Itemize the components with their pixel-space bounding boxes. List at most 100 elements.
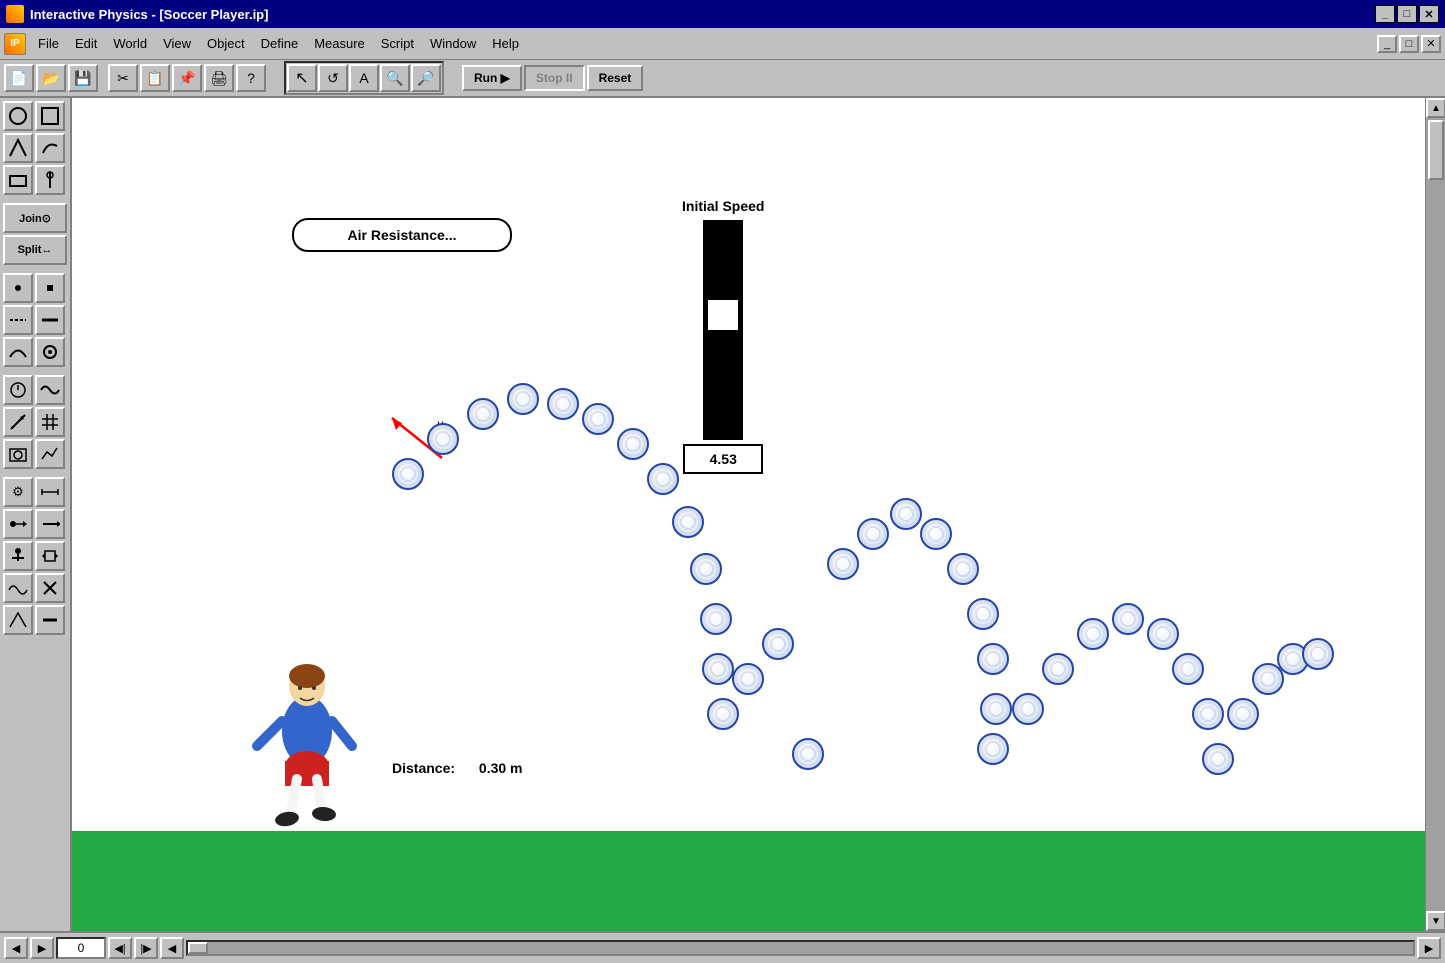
shape-row-3 xyxy=(3,165,67,195)
undo-tool[interactable]: ↺ xyxy=(318,64,348,92)
menu-object[interactable]: Object xyxy=(199,33,253,54)
soccer-ball-34 xyxy=(1227,698,1259,730)
soccer-ball-7 xyxy=(617,428,649,460)
minimize-button[interactable]: _ xyxy=(1375,5,1395,23)
person-tool[interactable] xyxy=(3,541,33,571)
soccer-ball-3 xyxy=(467,398,499,430)
save-button[interactable]: 💾 xyxy=(68,64,98,92)
speed-label: Initial Speed xyxy=(682,198,764,214)
canvas-area: Air Resistance... Initial Speed 4.53 v₀ xyxy=(72,98,1425,931)
select-tool[interactable]: ↖ xyxy=(287,64,317,92)
menu-view[interactable]: View xyxy=(155,33,199,54)
menu-edit[interactable]: Edit xyxy=(67,33,105,54)
join-button[interactable]: Join⊙ xyxy=(3,203,67,233)
distance-value: 0.30 m xyxy=(479,760,523,776)
angle-tool[interactable] xyxy=(3,605,33,635)
sine-tool[interactable] xyxy=(3,573,33,603)
polygon-tool[interactable] xyxy=(3,133,33,163)
speed-bar[interactable] xyxy=(703,220,743,440)
text-tool[interactable]: A xyxy=(349,64,379,92)
soccer-ball-19 xyxy=(890,498,922,530)
restore-button[interactable]: □ xyxy=(1397,5,1417,23)
paste-button[interactable]: 📌 xyxy=(172,64,202,92)
close-button[interactable]: ✕ xyxy=(1419,5,1439,23)
air-resistance-button[interactable]: Air Resistance... xyxy=(292,218,512,252)
spring-tool[interactable] xyxy=(3,305,33,335)
soccer-ball-24 xyxy=(980,693,1012,725)
run-button[interactable]: Run ▶ xyxy=(462,65,522,91)
scroll-thumb[interactable] xyxy=(1428,120,1444,180)
anchor-tool[interactable] xyxy=(35,165,65,195)
distance-label-text: Distance: xyxy=(392,760,455,776)
open-button[interactable]: 📂 xyxy=(36,64,66,92)
square-point-tool[interactable] xyxy=(35,273,65,303)
close-button-2[interactable]: ✕ xyxy=(1421,35,1441,53)
zoom-in-tool[interactable]: 🔍 xyxy=(380,64,410,92)
reset-button[interactable]: Reset xyxy=(587,65,644,91)
soccer-ball-16 xyxy=(792,738,824,770)
menu-measure[interactable]: Measure xyxy=(306,33,373,54)
help-button[interactable]: ? xyxy=(236,64,266,92)
spring-row xyxy=(3,305,67,335)
arrow-tool[interactable] xyxy=(35,509,65,539)
menu-define[interactable]: Define xyxy=(253,33,307,54)
freeform-tool[interactable] xyxy=(35,133,65,163)
soccer-ball-13 xyxy=(707,698,739,730)
bottom-scroll-track[interactable] xyxy=(186,940,1415,956)
pin-tool[interactable] xyxy=(35,573,65,603)
tool-group: ↖ ↺ A 🔍 🔎 xyxy=(284,61,444,95)
scroll-right-button[interactable]: ▶ xyxy=(1417,937,1441,959)
grid-tool[interactable] xyxy=(35,407,65,437)
scroll-track[interactable] xyxy=(1426,118,1445,911)
dash-tool[interactable] xyxy=(35,605,65,635)
zoom-out-tool[interactable]: 🔎 xyxy=(411,64,441,92)
waveform-tool[interactable] xyxy=(35,375,65,405)
soccer-ball-6 xyxy=(582,403,614,435)
curve-tool[interactable] xyxy=(3,337,33,367)
point-tool[interactable] xyxy=(3,273,33,303)
soccer-ball-1 xyxy=(392,458,424,490)
speed-indicator: Initial Speed 4.53 xyxy=(682,198,764,474)
soccer-ball-22 xyxy=(967,598,999,630)
settings-tool[interactable]: ⚙ xyxy=(3,477,33,507)
scroll-up-button[interactable]: ▲ xyxy=(1426,98,1445,118)
scroll-down-button[interactable]: ▼ xyxy=(1426,911,1445,931)
measure-tool-2[interactable] xyxy=(35,477,65,507)
menu-help[interactable]: Help xyxy=(484,33,527,54)
rect-tool[interactable] xyxy=(3,165,33,195)
damper-tool[interactable] xyxy=(35,305,65,335)
measure-tool-1[interactable] xyxy=(3,375,33,405)
restore-button-2[interactable]: □ xyxy=(1399,35,1419,53)
print-button[interactable]: 🖨 xyxy=(204,64,234,92)
step-back-button[interactable]: ◀ xyxy=(160,937,184,959)
menu-world[interactable]: World xyxy=(105,33,155,54)
menu-script[interactable]: Script xyxy=(373,33,422,54)
menu-window[interactable]: Window xyxy=(422,33,484,54)
menu-file[interactable]: File xyxy=(30,33,67,54)
graph-tool[interactable] xyxy=(35,439,65,469)
square-tool[interactable] xyxy=(35,101,65,131)
minimize-button-2[interactable]: _ xyxy=(1377,35,1397,53)
camera-tool[interactable] xyxy=(3,439,33,469)
shape-row-1 xyxy=(3,101,67,131)
new-button[interactable]: 📄 xyxy=(4,64,34,92)
frame-input[interactable] xyxy=(56,937,106,959)
rewind-button[interactable]: ◀ xyxy=(4,937,28,959)
circle-tool[interactable] xyxy=(3,101,33,131)
soccer-ball-26 xyxy=(1012,693,1044,725)
prev-frame-button[interactable]: ◀| xyxy=(108,937,132,959)
cut-button[interactable]: ✂ xyxy=(108,64,138,92)
stop-button[interactable]: Stop II xyxy=(524,65,585,91)
vector-tool[interactable] xyxy=(3,407,33,437)
copy-button[interactable]: 📋 xyxy=(140,64,170,92)
more-row-1: ⚙ xyxy=(3,477,67,507)
window-title: Interactive Physics - [Soccer Player.ip] xyxy=(30,7,1373,22)
menu-win-buttons: _ □ ✕ xyxy=(1377,35,1441,53)
connect-tool[interactable] xyxy=(3,509,33,539)
resize-tool[interactable] xyxy=(35,541,65,571)
bottom-scroll-thumb[interactable] xyxy=(188,942,208,954)
gear-tool[interactable] xyxy=(35,337,65,367)
split-button[interactable]: Split↔ xyxy=(3,235,67,265)
next-frame-button[interactable]: |▶ xyxy=(134,937,158,959)
play-button[interactable]: ▶ xyxy=(30,937,54,959)
